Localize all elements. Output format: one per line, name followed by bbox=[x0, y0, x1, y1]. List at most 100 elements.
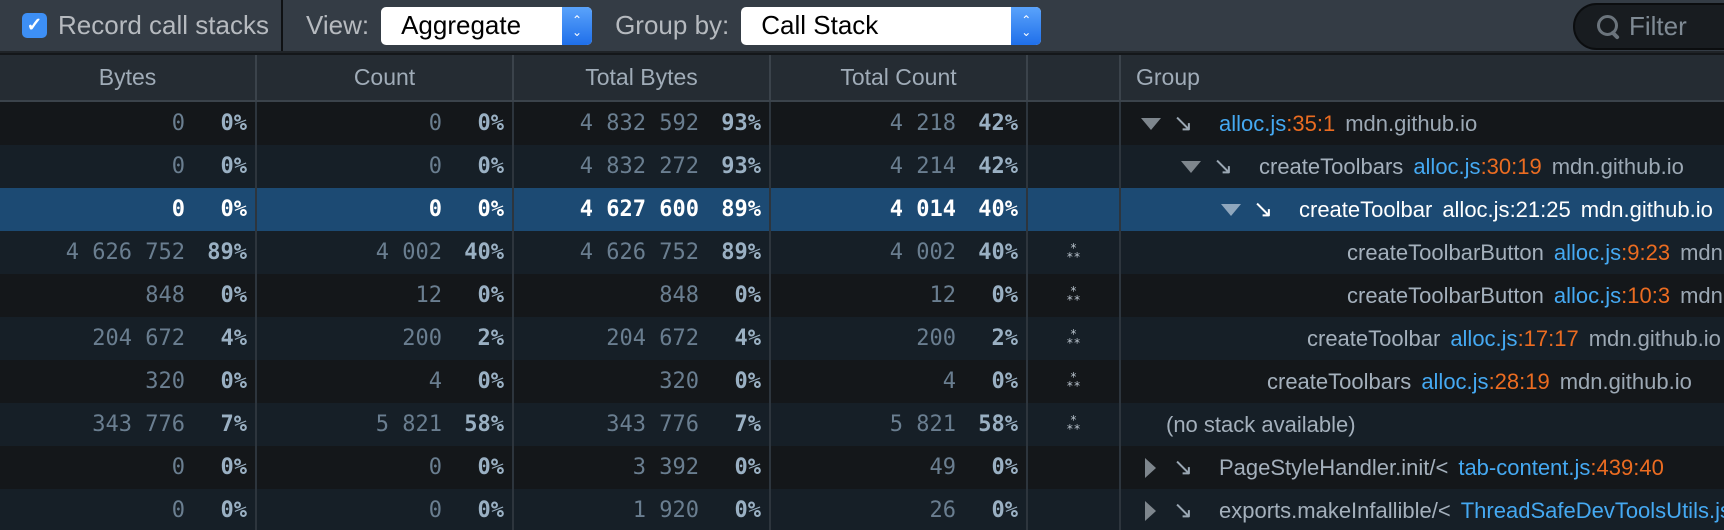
total-bytes-cell: 320 0% bbox=[514, 360, 771, 403]
source-file-link[interactable]: alloc.js bbox=[1442, 197, 1509, 223]
table-row[interactable]: 4 626 752 89% 4 002 40% 4 626 752 89% 4 002 40%… bbox=[0, 231, 1724, 274]
count-value: 0 bbox=[428, 197, 442, 222]
column-header-total-bytes[interactable]: Total Bytes bbox=[514, 55, 771, 100]
total-count-percent: 58% bbox=[978, 412, 1018, 437]
source-file-link[interactable]: alloc.js bbox=[1219, 111, 1286, 137]
column-header-function[interactable] bbox=[1028, 55, 1121, 100]
total-count-value: 4 218 bbox=[889, 111, 956, 136]
record-call-stacks-checkbox[interactable]: ✓ bbox=[22, 13, 47, 38]
source-file-link[interactable]: alloc.js bbox=[1554, 240, 1621, 266]
bytes-percent: 0% bbox=[220, 498, 248, 523]
table-row[interactable]: 848 0% 12 0% 848 0% 12 0% * ** createToolbarButton… bbox=[0, 274, 1724, 317]
total-count-percent: 2% bbox=[991, 326, 1019, 351]
table-row[interactable]: 0 0% 0 0% 4 832 272 93% 4 214 42% ↘ createToolbar… bbox=[0, 145, 1724, 188]
bytes-cell: 343 776 7% bbox=[0, 403, 257, 446]
inverted-arrow-icon: ↘ bbox=[1173, 110, 1194, 137]
group-cell: createToolbarButton alloc.js:10:3 mdn.gith… bbox=[1121, 274, 1724, 317]
bytes-value: 0 bbox=[171, 498, 185, 523]
source-line-col: :10:3 bbox=[1621, 282, 1671, 308]
group-cell: ↘ createToolbars alloc.js:30:19 mdn.github.… bbox=[1121, 145, 1724, 188]
group-cell: ↘ createToolbar alloc.js:21:25 mdn.github.i… bbox=[1121, 188, 1724, 231]
source-file-link[interactable]: tab-content.js bbox=[1458, 455, 1590, 481]
source-file-link[interactable]: alloc.js bbox=[1450, 326, 1517, 352]
group-by-select[interactable]: Call Stack ⌃ ⌄ bbox=[741, 6, 1042, 45]
collapsed-twisty-icon[interactable] bbox=[1145, 500, 1156, 521]
table-row[interactable]: 343 776 7% 5 821 58% 343 776 7% 5 821 58% * ** (no… bbox=[0, 403, 1724, 446]
select-stepper-icon: ⌃ ⌄ bbox=[1011, 6, 1042, 45]
bytes-value: 320 bbox=[145, 369, 185, 394]
total-count-percent: 42% bbox=[978, 154, 1018, 179]
total-bytes-value: 1 920 bbox=[632, 498, 699, 523]
table-row[interactable]: 204 672 4% 200 2% 204 672 4% 200 2% * ** createToo… bbox=[0, 317, 1724, 360]
table-header: Bytes Count Total Bytes Total Count Grou… bbox=[0, 55, 1724, 102]
source-file-link[interactable]: alloc.js bbox=[1554, 283, 1621, 309]
function-allocation-icon[interactable]: * ** bbox=[1066, 328, 1080, 349]
count-cell: 0 0% bbox=[257, 145, 514, 188]
table-row[interactable]: 0 0% 0 0% 3 392 0% 49 0% ↘ PageStyleHandler.init/… bbox=[0, 446, 1724, 489]
bytes-value: 343 776 bbox=[92, 412, 185, 437]
total-bytes-value: 320 bbox=[659, 369, 699, 394]
filter-input[interactable] bbox=[1629, 11, 1724, 42]
record-call-stacks-label: Record call stacks bbox=[58, 10, 269, 40]
count-percent: 40% bbox=[464, 240, 504, 265]
count-cell: 12 0% bbox=[257, 274, 514, 317]
total-bytes-percent: 0% bbox=[734, 283, 762, 308]
count-value: 5 821 bbox=[375, 412, 442, 437]
group-cell: createToolbars alloc.js:28:19 mdn.github.i… bbox=[1121, 360, 1724, 403]
count-percent: 0% bbox=[477, 154, 505, 179]
record-call-stacks-toggle[interactable]: ✓ Record call stacks bbox=[0, 0, 283, 51]
table-row[interactable]: 0 0% 0 0% 1 920 0% 26 0% ↘ exports.makeInfallible… bbox=[0, 489, 1724, 530]
total-count-cell: 26 0% bbox=[771, 489, 1028, 530]
no-stack-label: (no stack available) bbox=[1166, 411, 1356, 437]
column-header-total-count[interactable]: Total Count bbox=[771, 55, 1028, 100]
total-bytes-percent: 0% bbox=[734, 498, 762, 523]
total-bytes-cell: 4 832 592 93% bbox=[514, 102, 771, 145]
column-header-count[interactable]: Count bbox=[257, 55, 514, 100]
function-name: createToolbar bbox=[1299, 196, 1433, 222]
total-count-cell: 12 0% bbox=[771, 274, 1028, 317]
column-header-bytes[interactable]: Bytes bbox=[0, 55, 257, 100]
bytes-percent: 7% bbox=[220, 412, 248, 437]
function-name: createToolbarButton bbox=[1347, 282, 1544, 308]
source-file-link[interactable]: alloc.js bbox=[1413, 154, 1480, 180]
expanded-twisty-icon[interactable] bbox=[1141, 117, 1161, 130]
total-count-cell: 4 0% bbox=[771, 360, 1028, 403]
total-bytes-cell: 4 626 752 89% bbox=[514, 231, 771, 274]
count-percent: 0% bbox=[477, 455, 505, 480]
count-percent: 58% bbox=[464, 412, 504, 437]
count-value: 0 bbox=[428, 455, 442, 480]
view-select[interactable]: Aggregate ⌃ ⌄ bbox=[381, 6, 593, 45]
function-allocation-icon[interactable]: * ** bbox=[1066, 285, 1080, 306]
count-cell: 4 002 40% bbox=[257, 231, 514, 274]
column-header-group[interactable]: Group bbox=[1121, 55, 1724, 100]
bytes-percent: 0% bbox=[220, 455, 248, 480]
total-bytes-percent: 0% bbox=[734, 455, 762, 480]
count-cell: 5 821 58% bbox=[257, 403, 514, 446]
total-count-cell: 200 2% bbox=[771, 317, 1028, 360]
total-count-percent: 40% bbox=[978, 240, 1018, 265]
bytes-cell: 0 0% bbox=[0, 188, 257, 231]
function-allocation-icon[interactable]: * ** bbox=[1066, 414, 1080, 435]
total-count-value: 4 214 bbox=[889, 154, 956, 179]
expanded-twisty-icon[interactable] bbox=[1181, 160, 1201, 173]
total-count-value: 26 bbox=[929, 498, 957, 523]
table-row[interactable]: 0 0% 0 0% 4 832 592 93% 4 218 42% ↘ alloc.js:35:1… bbox=[0, 102, 1724, 145]
table-row[interactable]: 320 0% 4 0% 320 0% 4 0% * ** createToolbars alloc.j… bbox=[0, 360, 1724, 403]
table-row[interactable]: 0 0% 0 0% 4 627 600 89% 4 014 40% ↘ createToolbar… bbox=[0, 188, 1724, 231]
source-file-link[interactable]: alloc.js bbox=[1421, 369, 1488, 395]
count-value: 4 002 bbox=[375, 240, 442, 265]
collapsed-twisty-icon[interactable] bbox=[1145, 457, 1156, 478]
total-bytes-value: 4 627 600 bbox=[579, 197, 699, 222]
count-value: 200 bbox=[402, 326, 442, 351]
bytes-value: 848 bbox=[145, 283, 185, 308]
source-line-col: :30:19 bbox=[1480, 153, 1542, 179]
count-percent: 0% bbox=[477, 111, 505, 136]
expanded-twisty-icon[interactable] bbox=[1221, 203, 1241, 216]
filter-box[interactable] bbox=[1573, 3, 1724, 50]
source-line-col: :9:23 bbox=[1621, 239, 1671, 265]
source-file-link[interactable]: ThreadSafeDevToolsUtils.js bbox=[1461, 498, 1724, 524]
function-allocation-icon[interactable]: * ** bbox=[1066, 371, 1080, 392]
count-percent: 2% bbox=[477, 326, 505, 351]
function-allocation-icon[interactable]: * ** bbox=[1066, 242, 1080, 263]
total-count-percent: 42% bbox=[978, 111, 1018, 136]
